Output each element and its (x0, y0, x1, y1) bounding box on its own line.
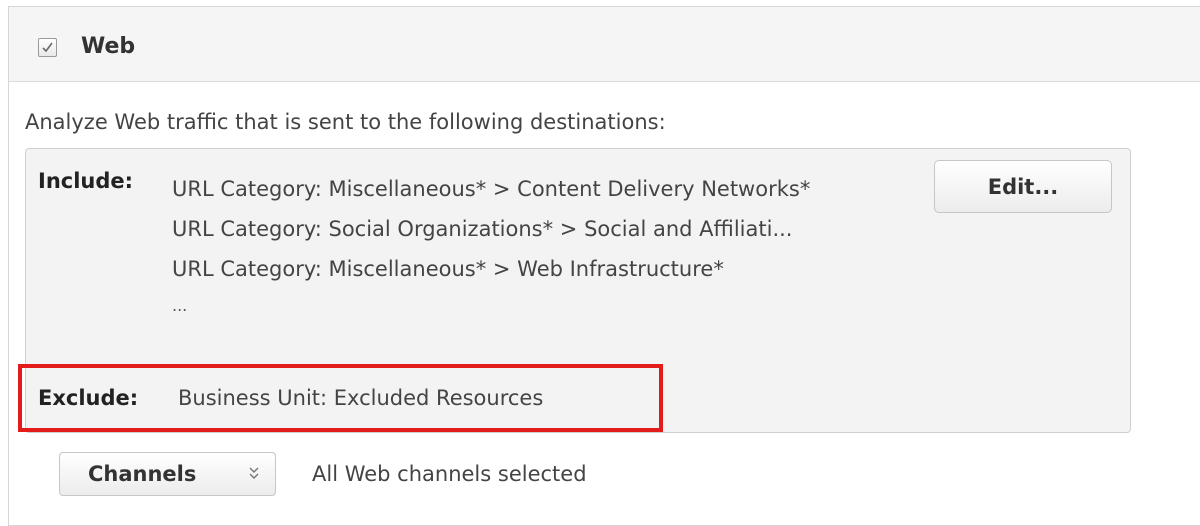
web-section-header: Web (9, 7, 1200, 82)
include-item: URL Category: Miscellaneous* > Content D… (172, 177, 811, 201)
channels-dropdown-button[interactable]: Channels (59, 452, 276, 496)
destinations-description: Analyze Web traffic that is sent to the … (25, 110, 666, 134)
exclude-label: Exclude: (38, 386, 139, 410)
edit-destinations-button[interactable]: Edit... (934, 160, 1112, 213)
channels-status-text: All Web channels selected (312, 462, 587, 486)
channels-button-label: Channels (88, 462, 197, 486)
include-list: URL Category: Miscellaneous* > Content D… (172, 169, 932, 323)
exclude-value: Business Unit: Excluded Resources (178, 386, 544, 410)
include-item: URL Category: Miscellaneous* > Web Infra… (172, 257, 724, 281)
section-title: Web (81, 34, 136, 59)
destinations-box: Include: URL Category: Miscellaneous* > … (25, 148, 1131, 433)
include-more-indicator: ... (172, 296, 188, 315)
web-enable-checkbox[interactable] (38, 38, 57, 57)
include-label: Include: (38, 169, 134, 193)
checkmark-icon (42, 42, 53, 53)
double-chevron-down-icon (249, 467, 259, 479)
include-item: URL Category: Social Organizations* > So… (172, 217, 793, 241)
